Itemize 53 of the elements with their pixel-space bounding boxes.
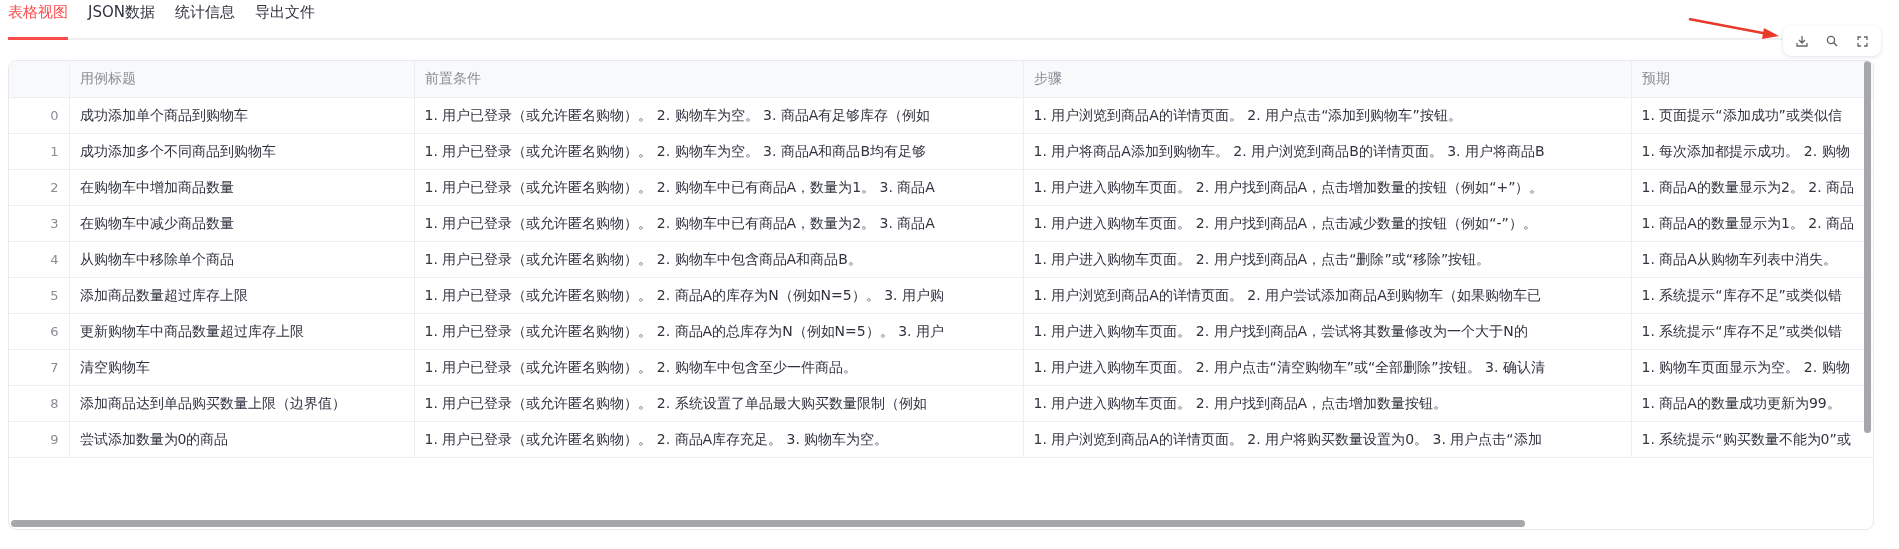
table-cell: 1. 用户浏览到商品A的详情页面。 2. 用户将购买数量设置为0。 3. 用户点击“添加: [1023, 421, 1631, 458]
row-index: 7: [9, 349, 69, 386]
table-cell: 1. 用户进入购物车页面。 2. 用户找到商品A，点击减少数量的按钮（例如“-”）。: [1023, 205, 1631, 242]
row-index: 1: [9, 133, 69, 170]
row-index: 0: [9, 97, 69, 134]
table-cell: 1. 用户进入购物车页面。 2. 用户找到商品A，点击增加数量的按钮（例如“+”）。: [1023, 169, 1631, 206]
download-icon: [1796, 35, 1808, 47]
table-cell: 1. 用户已登录（或允许匿名购物）。 2. 商品A的总库存为N（例如N=5）。 3. 用户: [414, 313, 1023, 350]
table-cell: 1. 用户已登录（或允许匿名购物）。 2. 购物车为空。 3. 商品A和商品B均有足够: [414, 133, 1023, 170]
table-cell: 1. 用户进入购物车页面。 2. 用户找到商品A，尝试将其数量修改为一个大于N的: [1023, 313, 1631, 350]
row-index: 5: [9, 277, 69, 314]
table-cell: 从购物车中移除单个商品: [69, 241, 414, 278]
column-header[interactable]: 用例标题: [69, 61, 414, 98]
table-cell: 添加商品数量超过库存上限: [69, 277, 414, 314]
table-cell: 1. 用户已登录（或允许匿名购物）。 2. 购物车中已有商品A，数量为2。 3. 商品A: [414, 205, 1023, 242]
column-header[interactable]: 步骤: [1023, 61, 1631, 98]
table-cell: 1. 用户进入购物车页面。 2. 用户找到商品A，点击增加数量按钮。: [1023, 385, 1631, 422]
search-icon: [1826, 35, 1838, 47]
table-cell: 清空购物车: [69, 349, 414, 386]
table-cell: 1. 用户已登录（或允许匿名购物）。 2. 商品A的库存为N（例如N=5）。 3. 用户购: [414, 277, 1023, 314]
tab[interactable]: 导出文件: [255, 0, 315, 40]
table-cell: 在购物车中增加商品数量: [69, 169, 414, 206]
table-cell: 1. 用户已登录（或允许匿名购物）。 2. 购物车为空。 3. 商品A有足够库存（例如: [414, 97, 1023, 134]
row-index: 3: [9, 205, 69, 242]
row-index: 2: [9, 169, 69, 206]
table-cell: 1. 用户已登录（或允许匿名购物）。 2. 购物车中已有商品A，数量为1。 3. 商品A: [414, 169, 1023, 206]
table-cell: 1. 用户浏览到商品A的详情页面。 2. 用户点击“添加到购物车”按钮。: [1023, 97, 1631, 134]
column-header[interactable]: 前置条件: [414, 61, 1023, 98]
tab[interactable]: 表格视图: [8, 0, 68, 40]
scrollbar[interactable]: [11, 520, 1525, 527]
table-cell: 成功添加单个商品到购物车: [69, 97, 414, 134]
table-cell: 成功添加多个不同商品到购物车: [69, 133, 414, 170]
table-cell: 1. 用户进入购物车页面。 2. 用户找到商品A，点击“删除”或“移除”按钮。: [1023, 241, 1631, 278]
table-cell: 1. 用户已登录（或允许匿名购物）。 2. 商品A库存充足。 3. 购物车为空。: [414, 421, 1023, 458]
table-cell: 1. 用户已登录（或允许匿名购物）。 2. 购物车中包含至少一件商品。: [414, 349, 1023, 386]
table-cell: 添加商品达到单品购买数量上限（边界值）: [69, 385, 414, 422]
tab[interactable]: JSON数据: [88, 0, 155, 40]
table-cell: 在购物车中减少商品数量: [69, 205, 414, 242]
table-cell: 1. 用户已登录（或允许匿名购物）。 2. 购物车中包含商品A和商品B。: [414, 241, 1023, 278]
column-header[interactable]: 预期: [1631, 61, 1873, 98]
tab[interactable]: 统计信息: [175, 0, 235, 40]
row-index: 8: [9, 385, 69, 422]
table-cell: 1. 用户将商品A添加到购物车。 2. 用户浏览到商品B的详情页面。 3. 用户将商品B: [1023, 133, 1631, 170]
scrollbar[interactable]: [1864, 61, 1871, 433]
row-index: 6: [9, 313, 69, 350]
table-cell: 1. 用户浏览到商品A的详情页面。 2. 用户尝试添加商品A到购物车（如果购物车已: [1023, 277, 1631, 314]
table-cell: 1. 用户进入购物车页面。 2. 用户点击“清空购物车”或“全部删除”按钮。 3. 确认清: [1023, 349, 1631, 386]
table-cell: 更新购物车中商品数量超过库存上限: [69, 313, 414, 350]
row-index: 9: [9, 421, 69, 458]
fullscreen-icon: [1856, 35, 1868, 47]
table-cell: 1. 用户已登录（或允许匿名购物）。 2. 系统设置了单品最大购买数量限制（例如: [414, 385, 1023, 422]
table-cell: 尝试添加数量为0的商品: [69, 421, 414, 458]
row-index: 4: [9, 241, 69, 278]
